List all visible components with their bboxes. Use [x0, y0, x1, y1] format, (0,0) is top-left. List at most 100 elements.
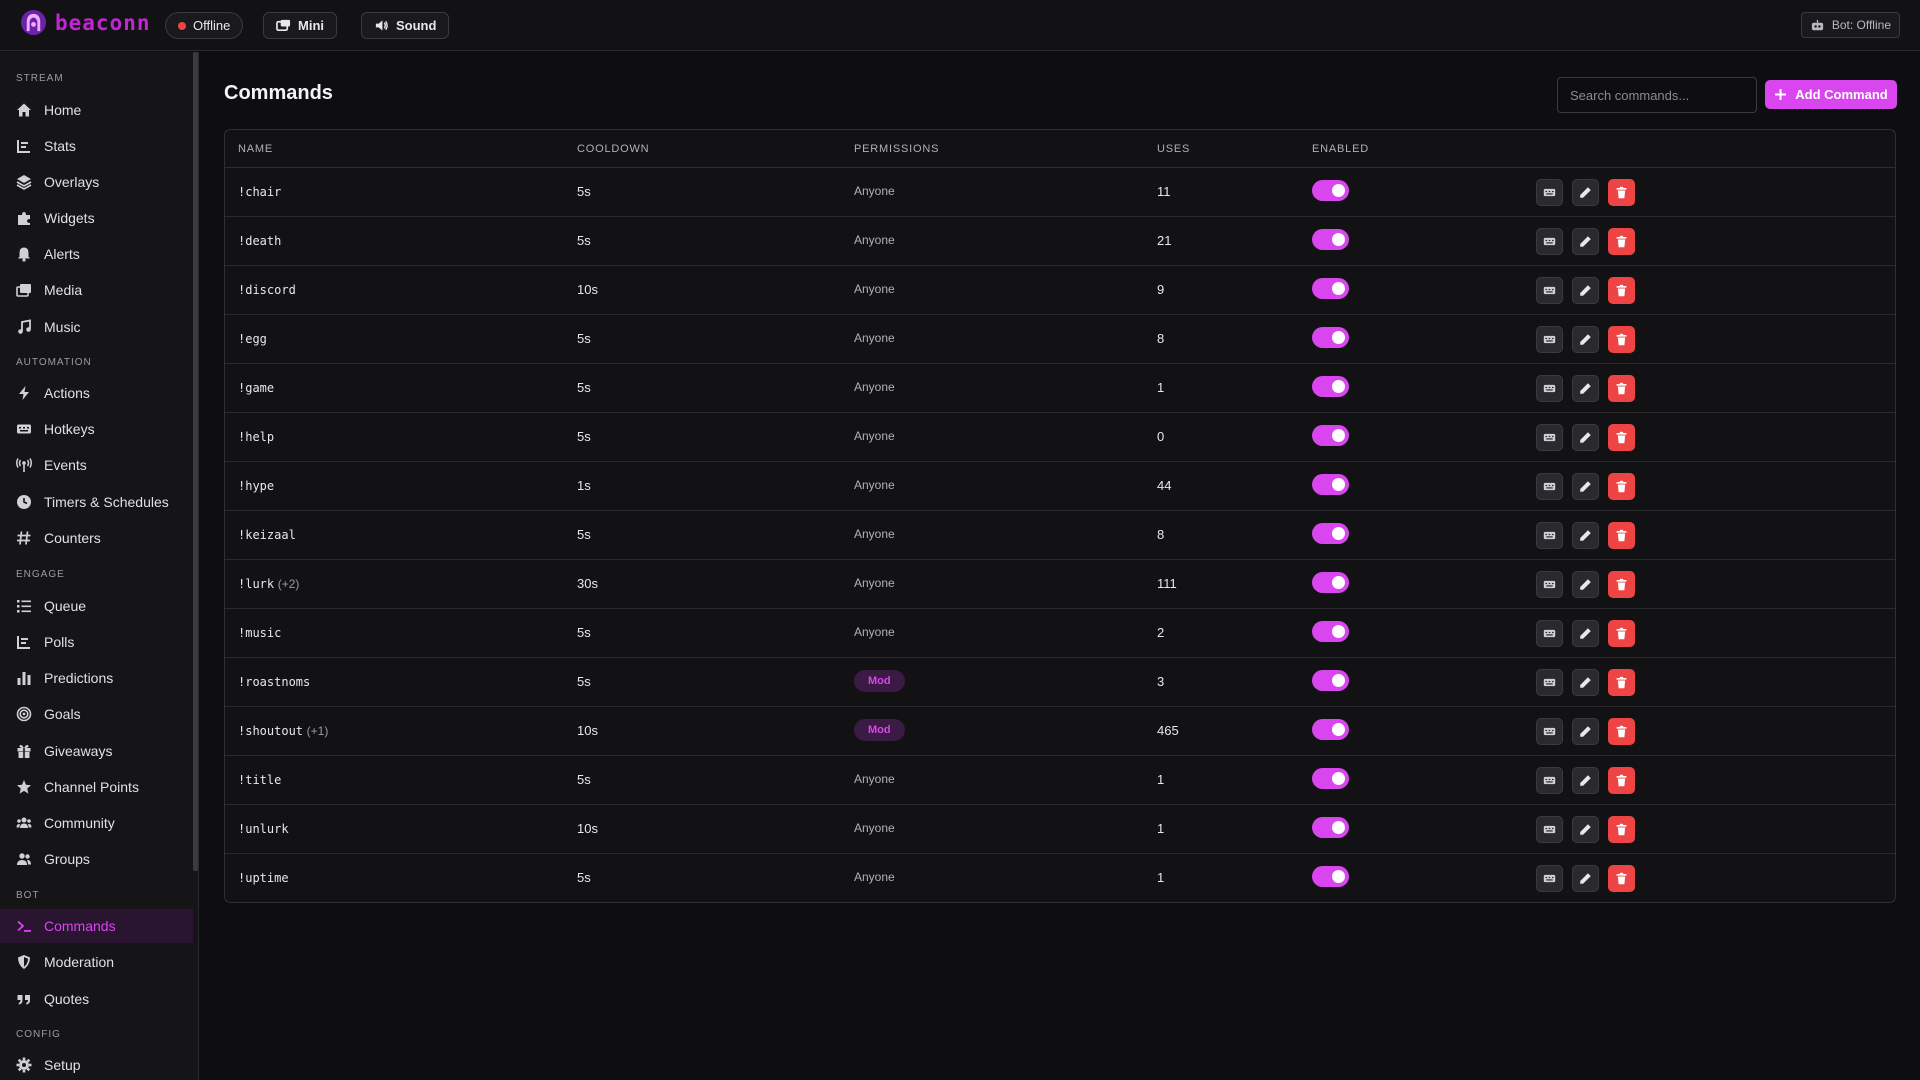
delete-button[interactable] — [1608, 228, 1635, 255]
enabled-toggle[interactable] — [1312, 474, 1349, 495]
hotkey-button[interactable] — [1536, 669, 1563, 696]
enabled-toggle[interactable] — [1312, 621, 1349, 642]
edit-button[interactable] — [1572, 620, 1599, 647]
edit-button[interactable] — [1572, 473, 1599, 500]
sidebar-item-groups[interactable]: Groups — [0, 842, 193, 876]
delete-button[interactable] — [1608, 767, 1635, 794]
edit-button[interactable] — [1572, 277, 1599, 304]
bot-status-button[interactable]: Bot: Offline — [1800, 12, 1900, 38]
edit-button[interactable] — [1572, 179, 1599, 206]
delete-button[interactable] — [1608, 473, 1635, 500]
edit-button[interactable] — [1572, 424, 1599, 451]
hotkey-button[interactable] — [1536, 375, 1563, 402]
home-icon — [17, 103, 31, 117]
edit-button[interactable] — [1572, 375, 1599, 402]
sidebar-item-queue[interactable]: Queue — [0, 589, 193, 623]
sidebar-item-alerts[interactable]: Alerts — [0, 237, 193, 271]
sidebar-item-community[interactable]: Community — [0, 806, 193, 840]
enabled-toggle[interactable] — [1312, 670, 1349, 691]
hotkey-button[interactable] — [1536, 522, 1563, 549]
delete-button[interactable] — [1608, 718, 1635, 745]
enabled-toggle[interactable] — [1312, 425, 1349, 446]
edit-button[interactable] — [1572, 865, 1599, 892]
sidebar-item-giveaways[interactable]: Giveaways — [0, 734, 193, 768]
hotkey-button[interactable] — [1536, 865, 1563, 892]
sidebar-item-music[interactable]: Music — [0, 310, 193, 344]
edit-button[interactable] — [1572, 669, 1599, 696]
hotkey-button[interactable] — [1536, 179, 1563, 206]
delete-button[interactable] — [1608, 277, 1635, 304]
delete-button[interactable] — [1608, 620, 1635, 647]
sidebar-item-events[interactable]: Events — [0, 448, 193, 482]
sidebar-scrollbar[interactable] — [193, 52, 198, 871]
enabled-toggle[interactable] — [1312, 768, 1349, 789]
sidebar-item-overlays[interactable]: Overlays — [0, 165, 193, 199]
enabled-toggle[interactable] — [1312, 817, 1349, 838]
delete-button[interactable] — [1608, 522, 1635, 549]
enabled-toggle[interactable] — [1312, 572, 1349, 593]
sidebar-item-setup[interactable]: Setup — [0, 1048, 193, 1080]
edit-button[interactable] — [1572, 522, 1599, 549]
hotkey-button[interactable] — [1536, 228, 1563, 255]
enabled-toggle[interactable] — [1312, 866, 1349, 887]
sidebar-item-predictions[interactable]: Predictions — [0, 661, 193, 695]
column-header-cooldown[interactable]: COOLDOWN — [577, 143, 649, 155]
hotkey-button[interactable] — [1536, 571, 1563, 598]
edit-button[interactable] — [1572, 326, 1599, 353]
sidebar-item-media[interactable]: Media — [0, 273, 193, 307]
enabled-toggle[interactable] — [1312, 278, 1349, 299]
stream-status-button[interactable]: Offline — [165, 12, 244, 39]
sidebar-item-actions[interactable]: Actions — [0, 376, 193, 410]
hotkey-button[interactable] — [1536, 767, 1563, 794]
hotkey-button[interactable] — [1536, 277, 1563, 304]
sidebar-item-widgets[interactable]: Widgets — [0, 201, 193, 235]
column-header-uses[interactable]: USES — [1157, 143, 1190, 155]
app-logo[interactable]: beaconn — [20, 9, 151, 36]
app-name: beaconn — [55, 10, 151, 35]
sidebar-item-hotkeys[interactable]: Hotkeys — [0, 412, 193, 446]
enabled-toggle[interactable] — [1312, 376, 1349, 397]
delete-button[interactable] — [1608, 326, 1635, 353]
edit-button[interactable] — [1572, 816, 1599, 843]
edit-button[interactable] — [1572, 571, 1599, 598]
delete-button[interactable] — [1608, 179, 1635, 206]
edit-button[interactable] — [1572, 718, 1599, 745]
add-command-button[interactable]: Add Command — [1765, 80, 1897, 109]
sidebar-item-goals[interactable]: Goals — [0, 697, 193, 731]
edit-button[interactable] — [1572, 767, 1599, 794]
enabled-toggle[interactable] — [1312, 523, 1349, 544]
toggle-knob — [1332, 772, 1345, 785]
sidebar-item-channel-points[interactable]: Channel Points — [0, 770, 193, 804]
search-input[interactable] — [1557, 77, 1757, 113]
hotkey-button[interactable] — [1536, 718, 1563, 745]
sidebar-item-polls[interactable]: Polls — [0, 625, 193, 659]
hotkey-button[interactable] — [1536, 424, 1563, 451]
mini-button[interactable]: Mini — [263, 12, 337, 39]
sound-button[interactable]: Sound — [361, 12, 450, 39]
delete-button[interactable] — [1608, 424, 1635, 451]
enabled-toggle[interactable] — [1312, 229, 1349, 250]
hotkey-button[interactable] — [1536, 473, 1563, 500]
column-header-enabled[interactable]: ENABLED — [1312, 143, 1369, 155]
edit-button[interactable] — [1572, 228, 1599, 255]
sidebar-item-quotes[interactable]: Quotes — [0, 982, 193, 1016]
sidebar-item-moderation[interactable]: Moderation — [0, 945, 193, 979]
sidebar-item-commands[interactable]: Commands — [0, 909, 193, 943]
delete-button[interactable] — [1608, 865, 1635, 892]
sidebar-item-home[interactable]: Home — [0, 93, 193, 127]
hotkey-button[interactable] — [1536, 816, 1563, 843]
sidebar-item-stats[interactable]: Stats — [0, 129, 193, 163]
delete-button[interactable] — [1608, 571, 1635, 598]
sidebar-item-counters[interactable]: Counters — [0, 521, 193, 555]
delete-button[interactable] — [1608, 816, 1635, 843]
sidebar-item-timers-schedules[interactable]: Timers & Schedules — [0, 485, 193, 519]
enabled-toggle[interactable] — [1312, 180, 1349, 201]
column-header-permissions[interactable]: PERMISSIONS — [854, 143, 939, 155]
delete-button[interactable] — [1608, 375, 1635, 402]
column-header-name[interactable]: NAME — [238, 143, 273, 155]
hotkey-button[interactable] — [1536, 620, 1563, 647]
enabled-toggle[interactable] — [1312, 327, 1349, 348]
hotkey-button[interactable] — [1536, 326, 1563, 353]
delete-button[interactable] — [1608, 669, 1635, 696]
enabled-toggle[interactable] — [1312, 719, 1349, 740]
